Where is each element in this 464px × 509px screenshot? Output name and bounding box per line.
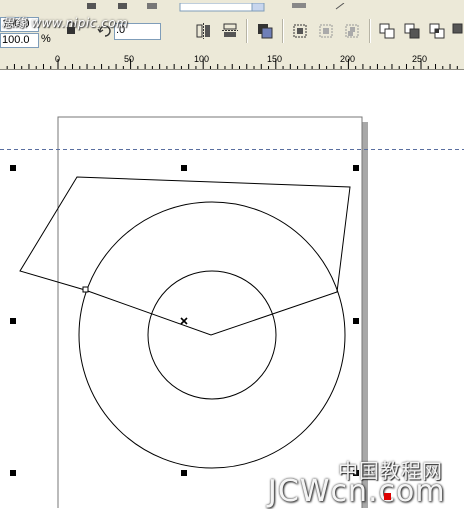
pen-icon[interactable] (335, 2, 345, 10)
selection-handle-top-right[interactable] (353, 165, 359, 171)
watermark-top-text: 思缘 www.nipic.com (2, 16, 129, 30)
weld-icon[interactable] (378, 22, 396, 40)
property-bar: 100.0 100.0 % .0 思缘 www.nipic.com (0, 0, 464, 54)
toolbar-separator (246, 19, 248, 43)
selection-handle-middle-right[interactable] (353, 318, 359, 324)
ruler-ticks (6, 59, 458, 69)
drawing-canvas[interactable] (0, 70, 464, 508)
selection-handle-top-center[interactable] (181, 165, 187, 171)
selection-handle-top-left[interactable] (10, 165, 16, 171)
group-icon[interactable] (291, 22, 309, 40)
print-icon[interactable] (147, 3, 157, 9)
height-scale-field[interactable]: 100.0 (0, 33, 39, 48)
page-border (57, 116, 363, 508)
save-icon[interactable] (87, 3, 96, 9)
ruler-label-50: 50 (124, 54, 135, 64)
percent-label: % (41, 33, 51, 45)
property-bar-top-strip (0, 0, 464, 12)
ungroup-all-icon[interactable] (343, 22, 361, 40)
ruler-label-100: 100 (194, 54, 210, 64)
ruler-label-250: 250 (412, 54, 428, 64)
toolbar-separator (282, 19, 284, 43)
chevron-down-icon[interactable] (251, 2, 265, 12)
save-copy-icon[interactable] (118, 3, 127, 9)
watermark-red-dot (384, 493, 391, 500)
trim-icon[interactable] (403, 22, 421, 40)
ruler-label-150: 150 (267, 54, 283, 64)
page-shadow (362, 122, 368, 508)
horizontal-ruler[interactable]: 0 50 100 150 200 250 (0, 53, 464, 70)
ruler-label-200: 200 (340, 54, 356, 64)
mirror-vertical-icon[interactable] (221, 22, 239, 40)
intersect-icon[interactable] (428, 22, 446, 40)
options-icon[interactable] (292, 3, 306, 8)
toolbar-separator (369, 19, 371, 43)
combine-icon[interactable] (256, 22, 274, 40)
ungroup-icon[interactable] (317, 22, 335, 40)
selection-handle-middle-left[interactable] (10, 318, 16, 324)
ruler-label-0: 0 (55, 54, 61, 64)
zoom-dropdown[interactable] (179, 2, 264, 12)
selection-handle-bottom-center[interactable] (181, 470, 187, 476)
path-node-marker[interactable] (82, 286, 89, 293)
simplify-icon[interactable] (452, 22, 464, 40)
watermark-jcwcn-brand: JCWcn.com (268, 474, 446, 509)
selection-handle-bottom-left[interactable] (10, 470, 16, 476)
mirror-horizontal-icon[interactable] (195, 22, 213, 40)
